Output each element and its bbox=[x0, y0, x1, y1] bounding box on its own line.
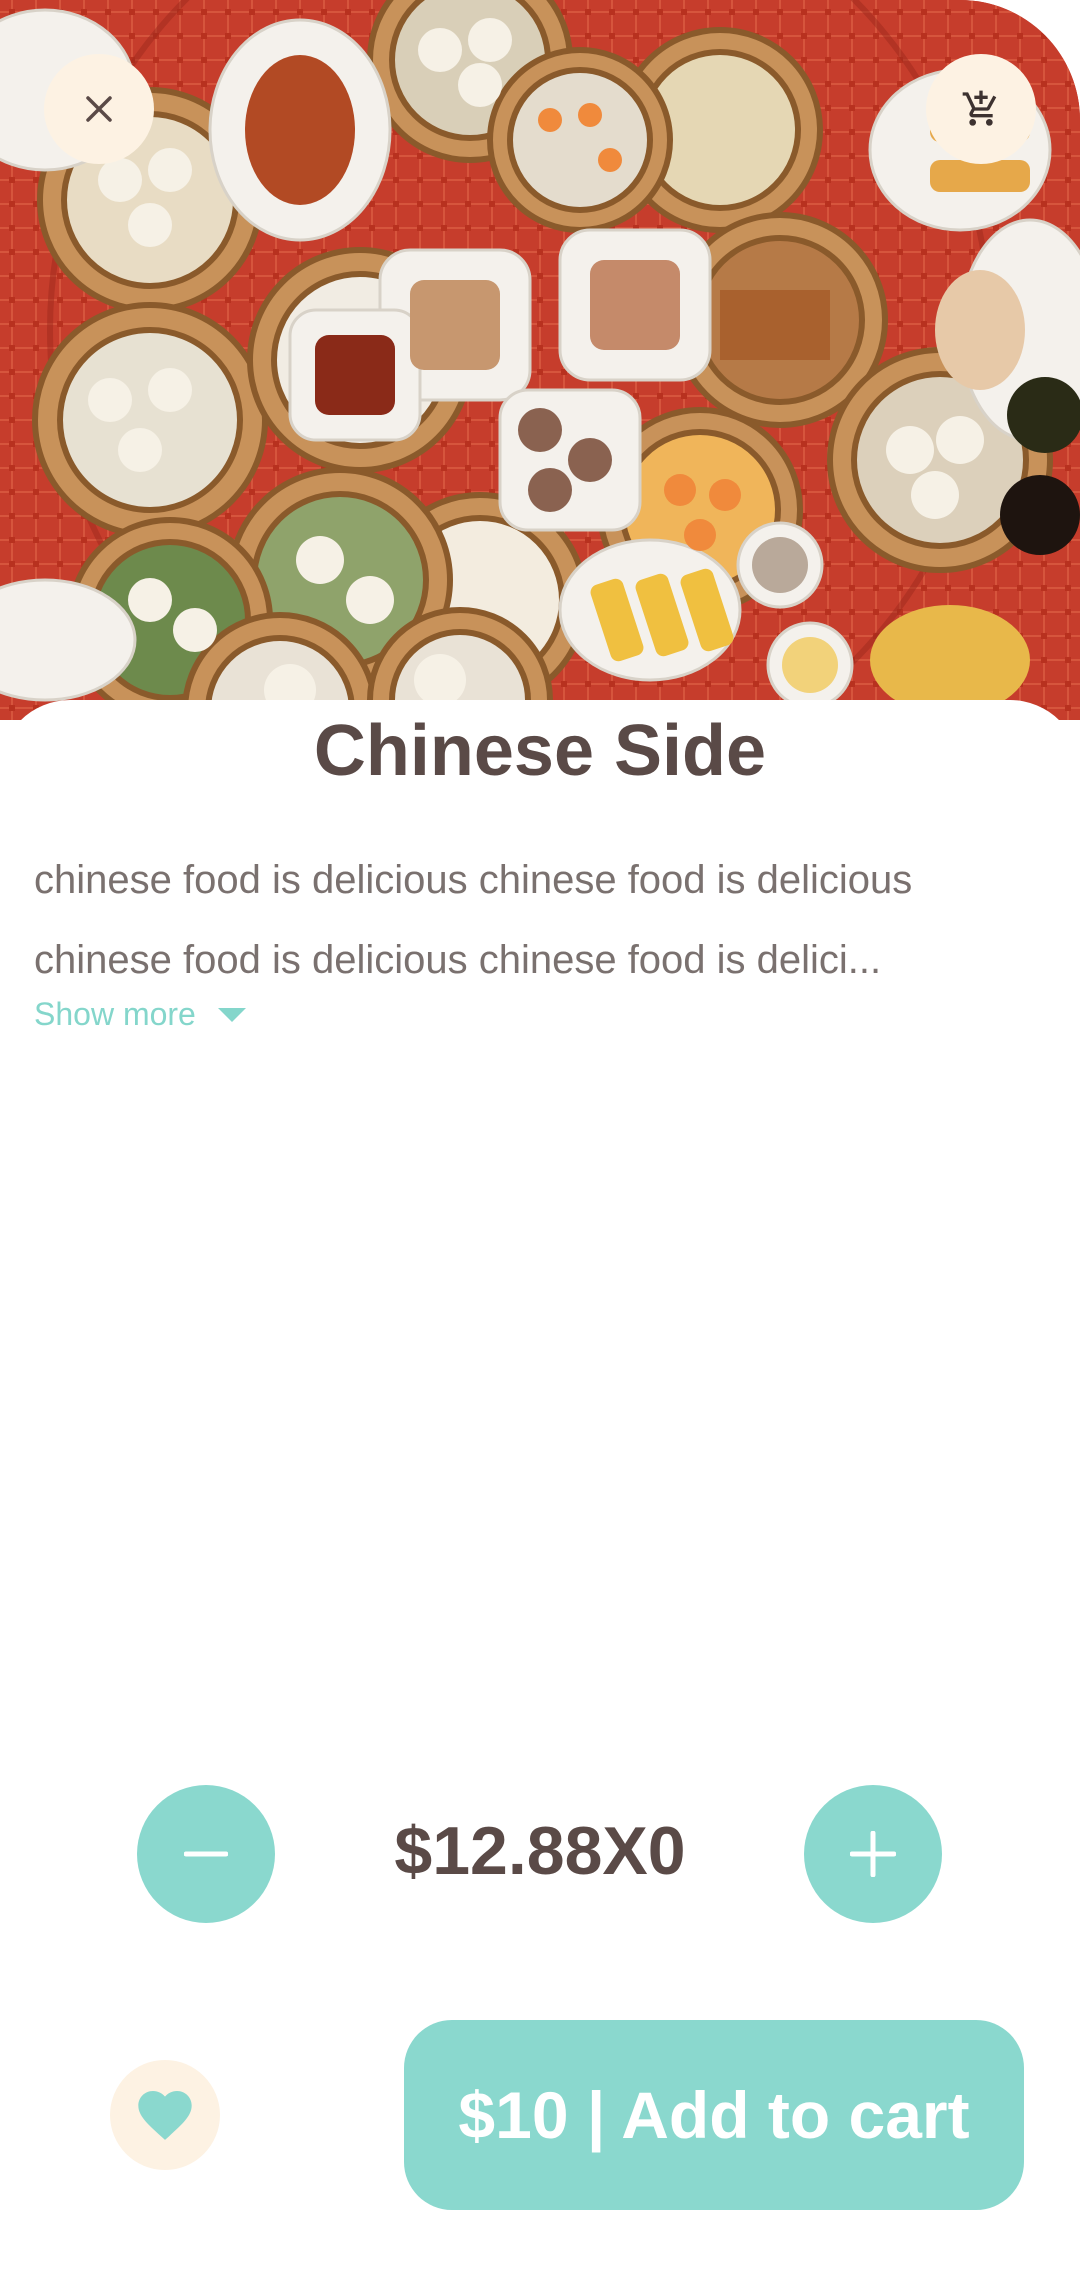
decrease-quantity-button[interactable] bbox=[137, 1785, 275, 1923]
add-shopping-cart-button[interactable] bbox=[926, 54, 1036, 164]
close-button[interactable] bbox=[44, 54, 154, 164]
plus-icon bbox=[850, 1831, 896, 1877]
product-description: chinese food is delicious chinese food i… bbox=[34, 858, 913, 982]
favorite-button[interactable] bbox=[110, 2060, 220, 2170]
heart-icon bbox=[138, 2091, 192, 2140]
minus-icon bbox=[184, 1851, 228, 1857]
price-quantity-display: $12.88X0 bbox=[394, 1813, 686, 1889]
product-title: Chinese Side bbox=[313, 711, 767, 791]
show-more-toggle[interactable]: Show more bbox=[34, 996, 246, 1033]
hero-food-image bbox=[0, 0, 1080, 720]
caret-down-icon bbox=[217, 1007, 246, 1022]
increase-quantity-button[interactable] bbox=[804, 1785, 942, 1923]
close-icon bbox=[86, 96, 112, 122]
add-to-cart-button[interactable]: $10 | Add to cart bbox=[404, 2020, 1024, 2210]
show-more-label: Show more bbox=[34, 996, 196, 1032]
add-shopping-cart-icon bbox=[962, 90, 997, 126]
